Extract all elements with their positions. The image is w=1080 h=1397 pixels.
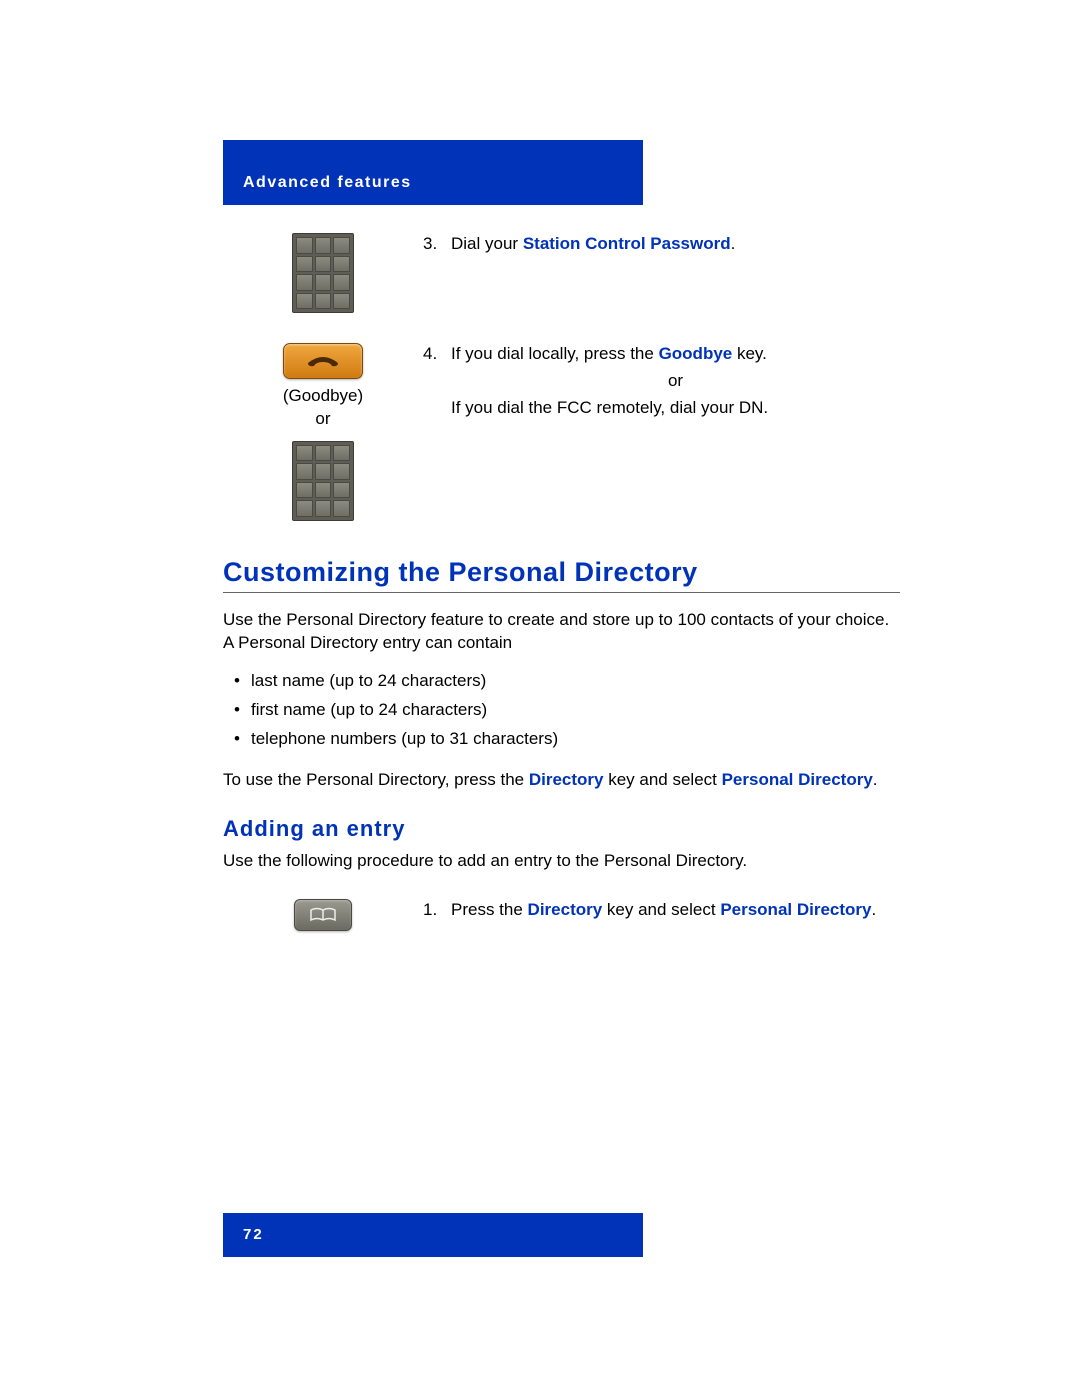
list-item: first name (up to 24 characters)	[223, 696, 900, 725]
step-4-icon-column: (Goodbye) or	[223, 343, 423, 521]
handset-down-icon	[306, 353, 340, 369]
keypad-icon	[292, 233, 354, 313]
subsection-heading: Adding an entry	[223, 816, 900, 842]
section-heading: Customizing the Personal Directory	[223, 557, 900, 593]
step-3-row: 3. Dial your Station Control Password.	[223, 233, 900, 313]
step-3-text: 3. Dial your Station Control Password.	[423, 233, 900, 256]
step-body: If you dial locally, press the Goodbye k…	[451, 343, 900, 420]
section-intro: Use the Personal Directory feature to cr…	[223, 609, 900, 655]
text: key and select	[602, 900, 720, 919]
text: key.	[732, 344, 767, 363]
text: key and select	[603, 770, 721, 789]
bold-term: Personal Directory	[722, 770, 873, 789]
page-footer: 72	[223, 1213, 643, 1257]
step-body: Press the Directory key and select Perso…	[451, 899, 900, 922]
subsection-intro: Use the following procedure to add an en…	[223, 850, 900, 873]
text: Press the	[451, 900, 528, 919]
open-book-icon	[309, 907, 337, 923]
bold-term: Station Control Password	[523, 234, 731, 253]
keypad-icon	[292, 441, 354, 521]
bold-term: Goodbye	[659, 344, 733, 363]
caption-text: (Goodbye)	[283, 386, 363, 405]
step-1-row: 1. Press the Directory key and select Pe…	[223, 899, 900, 931]
text: If you dial locally, press the	[451, 344, 659, 363]
or-separator: or	[451, 370, 900, 393]
step-1-icon-column	[223, 899, 423, 931]
bold-term: Directory	[529, 770, 604, 789]
section-instruction: To use the Personal Directory, press the…	[223, 769, 900, 792]
caption-or: or	[315, 409, 330, 428]
step-number: 1.	[423, 899, 451, 922]
bold-term: Personal Directory	[720, 900, 871, 919]
step-4-row: (Goodbye) or 4. If you dial locally, pre…	[223, 343, 900, 521]
goodbye-caption: (Goodbye) or	[283, 385, 363, 431]
text: If you dial the FCC remotely, dial your …	[451, 397, 900, 420]
step-1-text: 1. Press the Directory key and select Pe…	[423, 899, 900, 922]
text: .	[731, 234, 736, 253]
text: Dial your	[451, 234, 523, 253]
list-item: last name (up to 24 characters)	[223, 667, 900, 696]
directory-button-icon	[294, 899, 352, 931]
step-4-text: 4. If you dial locally, press the Goodby…	[423, 343, 900, 420]
page-number: 72	[243, 1226, 264, 1243]
step-3-icon-column	[223, 233, 423, 313]
text: To use the Personal Directory, press the	[223, 770, 529, 789]
step-number: 3.	[423, 233, 451, 256]
document-page: Advanced features 3. Dial your Station C…	[0, 0, 1080, 1397]
text: .	[872, 900, 877, 919]
list-item: telephone numbers (up to 31 characters)	[223, 725, 900, 754]
page-header: Advanced features	[223, 140, 643, 205]
step-body: Dial your Station Control Password.	[451, 233, 900, 256]
bullet-list: last name (up to 24 characters) first na…	[223, 667, 900, 754]
text: .	[873, 770, 878, 789]
bold-term: Directory	[528, 900, 603, 919]
header-title: Advanced features	[243, 174, 412, 191]
step-number: 4.	[423, 343, 451, 420]
goodbye-button-icon	[283, 343, 363, 379]
